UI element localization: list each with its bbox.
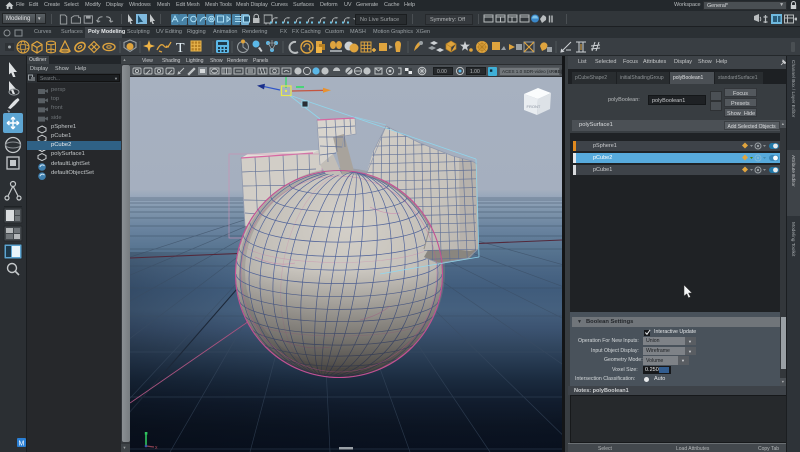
svg-text:M: M bbox=[19, 441, 25, 448]
svg-text:FRONT: FRONT bbox=[527, 104, 541, 109]
svg-text:x: x bbox=[155, 445, 158, 451]
svg-text:T: T bbox=[176, 41, 185, 56]
